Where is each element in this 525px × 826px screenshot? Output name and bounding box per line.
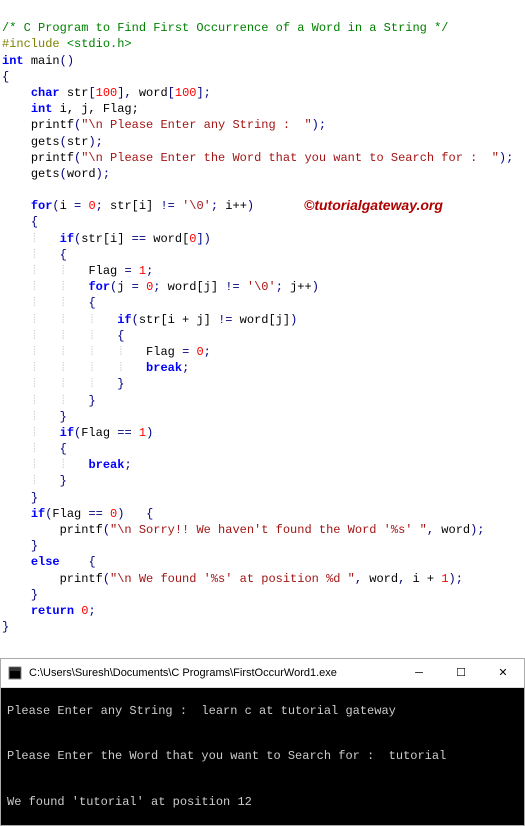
- minimize-button[interactable]: ─: [398, 660, 440, 686]
- code-editor: /* C Program to Find First Occurrence of…: [0, 0, 525, 656]
- terminal-output: Please Enter any String : learn c at tut…: [1, 688, 524, 826]
- close-button[interactable]: ✕: [482, 660, 524, 686]
- window-title: C:\Users\Suresh\Documents\C Programs\Fir…: [29, 667, 398, 679]
- watermark-text: ©tutorialgateway.org: [304, 196, 443, 215]
- comment-line: /* C Program to Find First Occurrence of…: [2, 21, 448, 35]
- app-icon: [7, 665, 23, 681]
- titlebar[interactable]: C:\Users\Suresh\Documents\C Programs\Fir…: [1, 659, 524, 688]
- terminal-window: C:\Users\Suresh\Documents\C Programs\Fir…: [0, 658, 525, 826]
- maximize-button[interactable]: ☐: [440, 660, 482, 686]
- include-directive: #include: [2, 37, 67, 51]
